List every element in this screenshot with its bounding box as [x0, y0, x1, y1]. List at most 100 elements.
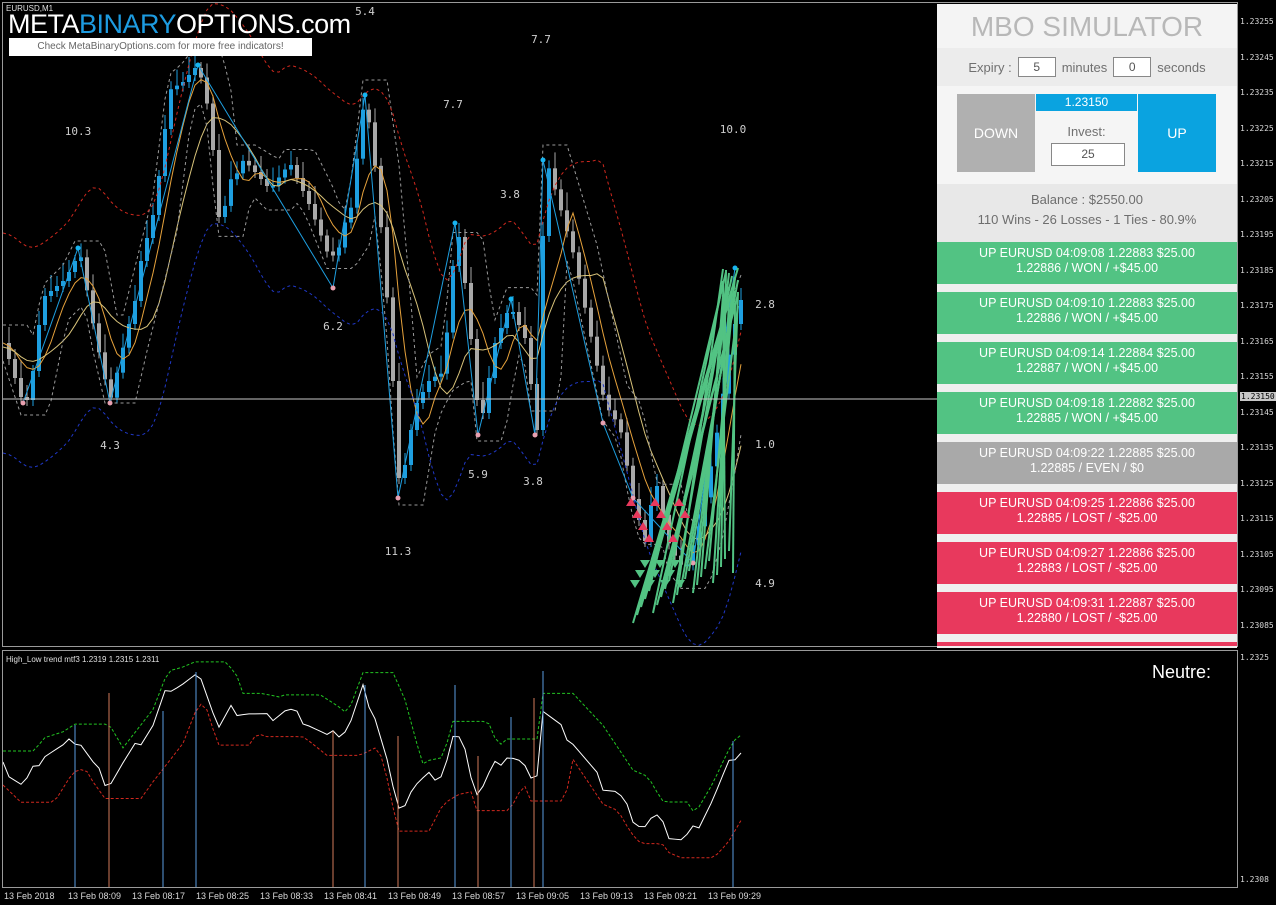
time-tick-label: 13 Feb 08:25: [196, 891, 250, 901]
candle-body: [73, 261, 77, 272]
buy-arrow-icon: [630, 580, 640, 588]
time-axis: 13 Feb 2018 13 Feb 08:09 13 Feb 08:17 13 Fe…: [0, 888, 1238, 905]
mbo-simulator-panel: MBO SIMULATOR Expiry : minutes seconds D…: [937, 4, 1237, 648]
trade-controls: DOWN 1.23150 Invest: UP: [937, 86, 1237, 184]
trade-row-detail: UP EURUSD 04:09:27 1.22886 $25.00: [979, 546, 1195, 560]
candle-body: [163, 129, 167, 176]
candle-body: [13, 359, 17, 378]
trade-row-detail: UP EURUSD 04:09:10 1.22883 $25.00: [979, 296, 1195, 310]
trade-row-result: 1.22886 / WON / +$45.00: [1015, 261, 1159, 275]
indicator-label: High_Low trend mtf3 1.2319 1.2315 1.2311: [6, 655, 160, 664]
candle-body: [187, 75, 191, 82]
price-tick-label: 1.23125: [1240, 478, 1274, 488]
time-tick-label: 13 Feb 08:57: [452, 891, 506, 901]
zigzag-point: [475, 432, 481, 438]
candle-body: [577, 252, 581, 279]
time-tick-label: 13 Feb 09:29: [708, 891, 762, 901]
expiry-seconds-input[interactable]: [1113, 57, 1152, 77]
zigzag-point: [107, 400, 113, 406]
expiry-minutes-input[interactable]: [1017, 57, 1056, 77]
trade-row-detail: UP EURUSD 04:09:18 1.22882 $25.00: [979, 396, 1195, 410]
seconds-label: seconds: [1157, 59, 1206, 75]
price-tick-label: 1.23145: [1240, 407, 1274, 417]
candle-body: [139, 261, 143, 301]
candle-body: [313, 204, 317, 220]
logo-text-meta: META: [8, 9, 80, 39]
zigzag-point: [540, 157, 546, 163]
trade-row-detail: UP EURUSD 04:09:22 1.22885 $25.00: [979, 446, 1195, 460]
trade-row: UP EURUSD 04:09:08 1.22883 $25.00 1.22886…: [937, 242, 1237, 284]
price-tick-label: 1.23205: [1240, 194, 1274, 204]
balance-text: Balance : $2550.00: [1030, 192, 1144, 207]
trade-history-list: UP EURUSD 04:09:08 1.22883 $25.00 1.22886…: [937, 242, 1237, 646]
zigzag-point: [600, 420, 606, 426]
zigzag-label: 5.4: [355, 5, 375, 18]
candle-body: [103, 352, 107, 380]
candle-body: [175, 85, 179, 90]
low-trend-line: [3, 703, 742, 859]
up-button[interactable]: UP: [1138, 94, 1216, 172]
record-text: 110 Wins - 26 Losses - 1 Ties - 80.9%: [977, 212, 1197, 227]
zigzag-label: 3.8: [500, 188, 520, 201]
candle-body: [349, 207, 353, 223]
price-tick-label: 1.23225: [1240, 123, 1274, 133]
stats-block: Balance : $2550.00 110 Wins - 26 Losses …: [937, 184, 1237, 242]
price-tick-label: 1.23105: [1240, 549, 1274, 559]
candle-body: [397, 381, 401, 478]
candle-body: [661, 486, 665, 515]
trade-row: UP EURUSD 04:09:27 1.22886 $25.00 1.22883…: [937, 542, 1237, 584]
candle-body: [595, 336, 599, 366]
time-tick-label: 13 Feb 08:49: [388, 891, 442, 901]
zigzag-line: [22, 63, 736, 565]
candle-body: [355, 158, 359, 208]
candle-body: [253, 165, 257, 172]
trade-row-result: 1.22885 / LOST / -$25.00: [1016, 511, 1158, 525]
zigzag-label: 1.0: [755, 438, 775, 451]
candle-body: [211, 103, 215, 150]
logo-text-options: OPTIONS: [176, 9, 295, 39]
zigzag-label: 10.3: [65, 125, 92, 138]
zigzag-point: [395, 495, 401, 501]
price-tick-label: 1.23185: [1240, 265, 1274, 275]
zigzag-point: [452, 220, 458, 226]
zigzag-point: [195, 62, 201, 68]
candle-body: [367, 109, 371, 123]
indicator-subchart[interactable]: [2, 650, 1238, 888]
price-tick-label: 1.23115: [1240, 514, 1274, 523]
high-trend-line: [3, 661, 742, 812]
candle-body: [613, 410, 617, 420]
candle-body: [589, 307, 593, 337]
zigzag-label: 5.9: [468, 468, 488, 481]
candle-body: [235, 173, 239, 180]
candle-body: [319, 219, 323, 236]
time-tick-label: 13 Feb 08:33: [260, 891, 314, 901]
trade-row-detail: UP EURUSD 04:09:25 1.22886 $25.00: [979, 496, 1195, 510]
current-price-tag: 1.23150: [1240, 392, 1276, 401]
price-tick-label: 1.23195: [1240, 230, 1274, 239]
buy-arrow-icon: [635, 570, 645, 578]
down-button[interactable]: DOWN: [957, 94, 1035, 172]
zigzag-label: 4.3: [100, 439, 120, 452]
indicator-canvas[interactable]: [3, 651, 1237, 887]
price-tick-label: 1.23255: [1240, 17, 1274, 26]
zigzag-point: [20, 400, 26, 406]
sell-arrow-icon: [674, 498, 684, 506]
price-tick-label: 1.23085: [1240, 620, 1274, 630]
candle-body: [475, 339, 479, 400]
candle-body: [517, 312, 521, 325]
candle-body: [625, 432, 629, 466]
logo-tagline[interactable]: Check MetaBinaryOptions.com for more fre…: [9, 38, 312, 56]
zigzag-label: 2.8: [755, 298, 775, 311]
candle-body: [217, 150, 221, 217]
invest-input[interactable]: [1051, 143, 1125, 166]
candle-body: [49, 291, 53, 296]
envelope-lower: [3, 223, 742, 646]
trade-row-detail: UP EURUSD 04:09:31 1.22887 $25.00: [979, 596, 1195, 610]
candle-body: [451, 266, 455, 333]
trade-row: UP EURUSD 04:09:10 1.22883 $25.00 1.22886…: [937, 292, 1237, 334]
trade-row: UP EURUSD 04:09:18 1.22882 $25.00 1.22885…: [937, 392, 1237, 434]
candle-body: [19, 378, 23, 397]
invest-label: Invest:: [1067, 124, 1106, 139]
price-tick-label: 1.23135: [1240, 443, 1274, 452]
trade-row-result: 1.22886 / WON / +$45.00: [1015, 311, 1159, 325]
